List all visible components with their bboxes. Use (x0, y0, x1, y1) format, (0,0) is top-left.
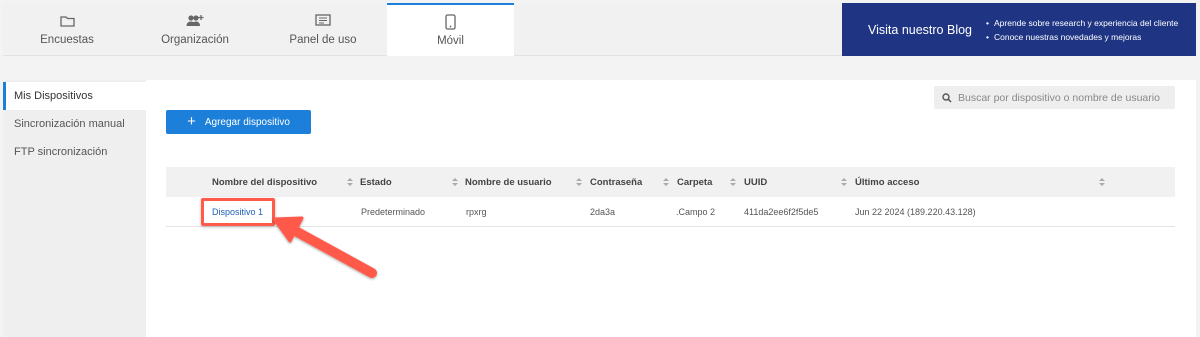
mobile-icon (442, 13, 460, 30)
cell-usuario: rpxrg (466, 207, 487, 217)
sort-icon[interactable] (347, 178, 353, 186)
blog-bullet: Aprende sobre research y experiencia del… (986, 16, 1178, 30)
sort-icon[interactable] (1099, 178, 1105, 186)
main-panel: Buscar por dispositivo o nombre de usuar… (146, 80, 1196, 337)
tab-organizacion[interactable]: Organización (131, 3, 259, 56)
dashboard-icon (314, 14, 332, 28)
sidebar-item-label: Sincronización manual (14, 118, 125, 130)
cell-uuid: 411da2ee6f2f5de5 (744, 207, 819, 217)
blog-bullets: Aprende sobre research y experiencia del… (986, 16, 1178, 44)
sort-icon[interactable] (841, 178, 847, 186)
column-header-carpeta[interactable]: Carpeta (677, 167, 712, 197)
tab-encuestas[interactable]: Encuestas (3, 3, 131, 56)
sidebar-item-sincronizacion-manual[interactable]: Sincronización manual (3, 110, 146, 138)
sidebar-item-ftp-sincronizacion[interactable]: FTP sincronización (3, 138, 146, 166)
users-add-icon (186, 14, 204, 28)
search-input[interactable]: Buscar por dispositivo o nombre de usuar… (934, 86, 1175, 109)
blog-bullet: Conoce nuestras novedades y mejoras (986, 30, 1178, 44)
sidebar-item-label: FTP sincronización (14, 146, 108, 158)
search-placeholder: Buscar por dispositivo o nombre de usuar… (958, 91, 1160, 104)
sort-icon[interactable] (730, 178, 736, 186)
sidebar-item-mis-dispositivos[interactable]: Mis Dispositivos (3, 82, 146, 110)
column-header-uuid[interactable]: UUID (744, 167, 767, 197)
sort-icon[interactable] (452, 178, 458, 186)
column-header-ultimo-acceso[interactable]: Último acceso (855, 167, 919, 197)
cell-contrasena: 2da3a (590, 207, 616, 217)
sidebar: Mis Dispositivos Sincronización manual F… (3, 80, 146, 337)
folder-icon (58, 14, 76, 28)
sort-icon[interactable] (663, 178, 669, 186)
sort-icon[interactable] (576, 178, 582, 186)
device-name-link[interactable]: Dispositivo 1 (212, 197, 263, 227)
add-device-label: Agregar dispositivo (204, 116, 290, 128)
tab-label: Móvil (437, 34, 464, 47)
sidebar-item-label: Mis Dispositivos (14, 90, 93, 102)
column-header-estado[interactable]: Estado (360, 167, 392, 197)
cell-ultimo-acceso: Jun 22 2024 (189.220.43.128) (855, 207, 976, 217)
plus-icon: + (187, 113, 196, 130)
tab-movil[interactable]: Móvil (387, 3, 514, 56)
top-nav: Encuestas Organización Panel de uso Móvi… (3, 3, 1196, 56)
tab-panel-de-uso[interactable]: Panel de uso (259, 3, 387, 56)
table-row[interactable]: Dispositivo 1 Predeterminado rpxrg 2da3a… (166, 197, 1175, 227)
cell-carpeta: .Campo 2 (676, 207, 716, 217)
column-header-usuario[interactable]: Nombre de usuario (465, 167, 552, 197)
column-header-contrasena[interactable]: Contraseña (590, 167, 642, 197)
cell-estado: Predeterminado (361, 207, 426, 217)
column-header-nombre[interactable]: Nombre del dispositivo (212, 167, 317, 197)
table-header: Nombre del dispositivo Estado Nombre de … (166, 167, 1175, 197)
search-icon (942, 92, 952, 103)
tab-label: Encuestas (40, 33, 94, 46)
blog-title: Visita nuestro Blog (868, 22, 972, 37)
blog-banner[interactable]: Visita nuestro Blog Aprende sobre resear… (842, 3, 1196, 56)
tab-label: Organización (161, 33, 229, 46)
tab-label: Panel de uso (289, 33, 357, 46)
add-device-button[interactable]: + Agregar dispositivo (166, 110, 311, 134)
